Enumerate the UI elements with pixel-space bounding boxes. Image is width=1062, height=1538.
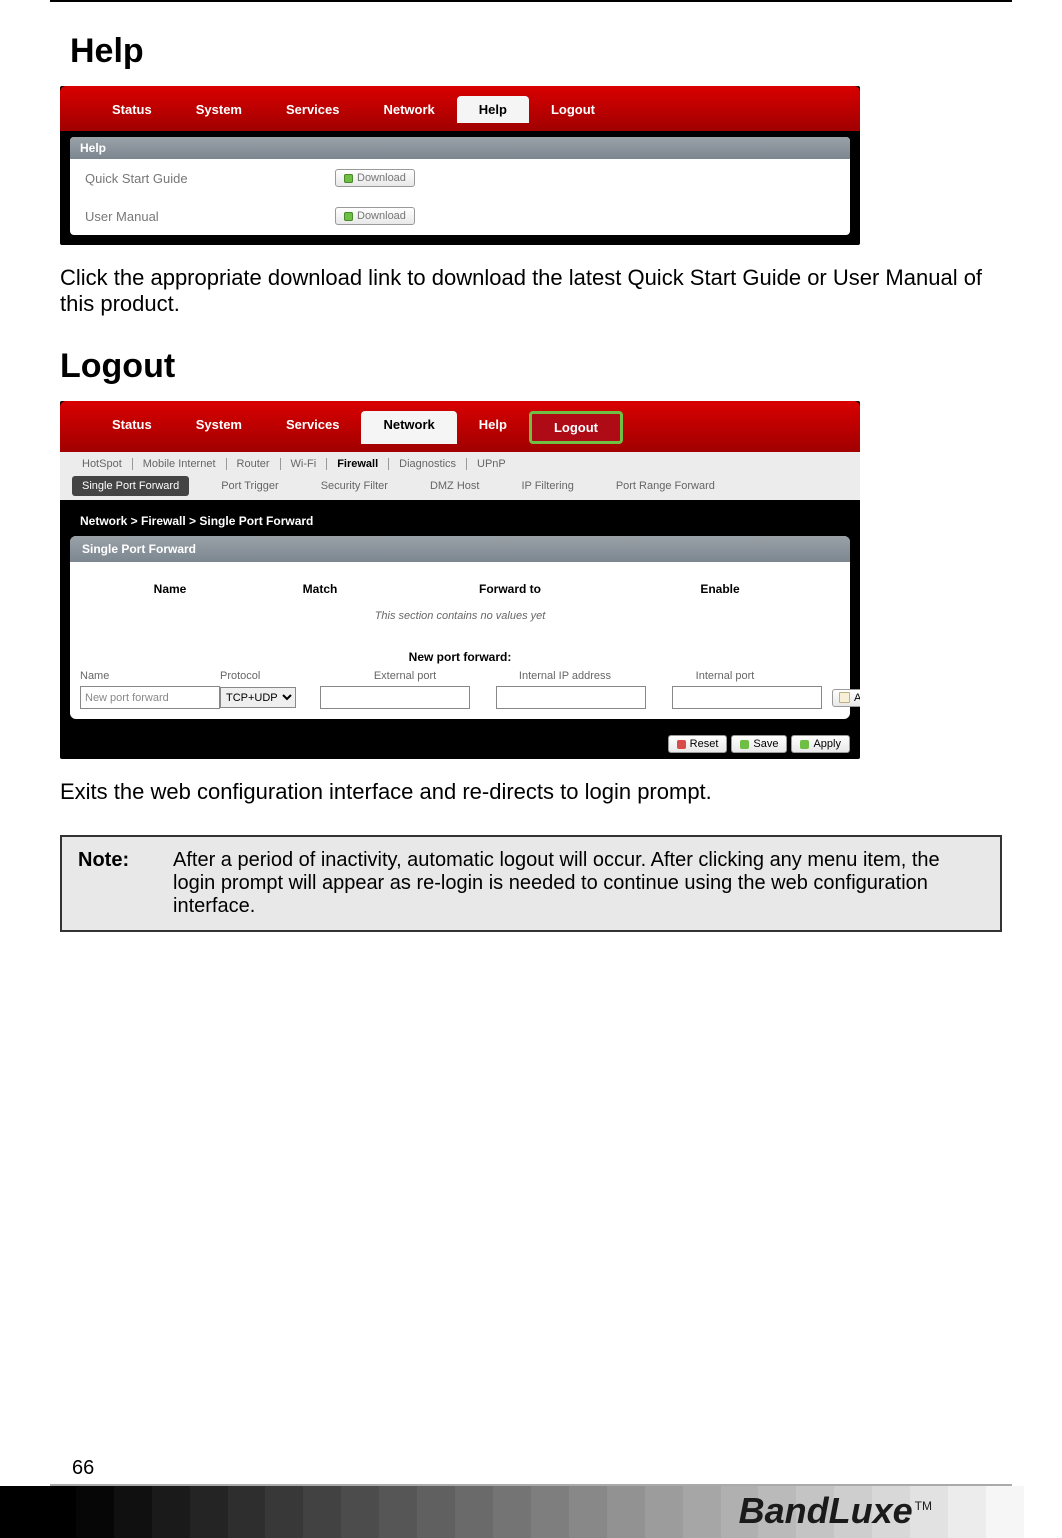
fh-external-port: External port <box>330 670 480 682</box>
help-row-user-manual-label: User Manual <box>85 209 335 224</box>
brand-logo: BandLuxeTM <box>739 1490 932 1532</box>
subnav-firewall[interactable]: Firewall <box>327 458 389 470</box>
subnav-wifi[interactable]: Wi-Fi <box>281 458 328 470</box>
new-port-internal-port-input[interactable] <box>672 686 822 709</box>
subnav-diagnostics[interactable]: Diagnostics <box>389 458 467 470</box>
help-paragraph: Click the appropriate download link to d… <box>60 265 1002 317</box>
nav-tab-status-2[interactable]: Status <box>90 411 174 444</box>
tab-ip-filtering[interactable]: IP Filtering <box>511 476 583 496</box>
help-screenshot: Status System Services Network Help Logo… <box>60 86 860 245</box>
new-port-protocol-select[interactable]: TCP+UDP <box>220 687 296 708</box>
note-box: Note: After a period of inactivity, auto… <box>60 835 1002 932</box>
logout-paragraph: Exits the web configuration interface an… <box>60 779 1002 805</box>
tab-port-range-forward[interactable]: Port Range Forward <box>606 476 725 496</box>
new-port-external-port-input[interactable] <box>320 686 470 709</box>
fh-name: Name <box>80 670 220 682</box>
logout-screenshot: Status System Services Network Help Logo… <box>60 401 860 759</box>
nav-tab-services[interactable]: Services <box>264 96 362 123</box>
new-port-form-row: TCP+UDP Add <box>70 686 850 719</box>
section-logout-title: Logout <box>60 347 1002 386</box>
trademark-icon: TM <box>915 1499 932 1513</box>
tab-security-filter[interactable]: Security Filter <box>311 476 398 496</box>
help-row-quick-start: Quick Start Guide Download <box>70 159 850 197</box>
nav-tab-logout-highlight[interactable]: Logout <box>529 411 623 444</box>
download-user-manual-button[interactable]: Download <box>335 207 415 225</box>
new-port-forward-title: New port forward: <box>70 636 850 670</box>
nav-tab-help[interactable]: Help <box>457 96 529 123</box>
page-footer: 66 BandLuxeTM <box>0 1457 1062 1538</box>
nav-tab-network-2[interactable]: Network <box>361 411 456 444</box>
new-port-internal-ip-input[interactable] <box>496 686 646 709</box>
nav-tab-services-2[interactable]: Services <box>264 411 362 444</box>
help-row-quick-start-label: Quick Start Guide <box>85 171 335 186</box>
help-top-nav: Status System Services Network Help Logo… <box>60 86 860 131</box>
logout-subnav-2: Single Port Forward Port Trigger Securit… <box>60 476 860 500</box>
fh-internal-port: Internal port <box>650 670 800 682</box>
save-button[interactable]: Save <box>731 735 787 753</box>
nav-tab-network[interactable]: Network <box>361 96 456 123</box>
brand-logo-text: BandLuxe <box>739 1490 913 1531</box>
logout-top-nav: Status System Services Network Help Logo… <box>60 401 860 452</box>
subnav-hotspot[interactable]: HotSpot <box>72 458 133 470</box>
col-match: Match <box>250 582 390 596</box>
single-port-forward-header: Single Port Forward <box>70 536 850 562</box>
tab-port-trigger[interactable]: Port Trigger <box>211 476 288 496</box>
col-name: Name <box>90 582 250 596</box>
fh-protocol: Protocol <box>220 670 330 682</box>
page-number: 66 <box>50 1457 1012 1486</box>
download-quick-start-button[interactable]: Download <box>335 169 415 187</box>
nav-tab-help-2[interactable]: Help <box>457 411 529 444</box>
nav-tab-status[interactable]: Status <box>90 96 174 123</box>
nav-tab-logout[interactable]: Logout <box>529 96 617 123</box>
new-port-name-input[interactable] <box>80 686 220 709</box>
subnav-upnp[interactable]: UPnP <box>467 458 516 470</box>
note-label: Note: <box>78 849 143 918</box>
port-forward-table-header: Name Match Forward to Enable <box>70 562 850 604</box>
nav-tab-system-2[interactable]: System <box>174 411 264 444</box>
help-row-user-manual: User Manual Download <box>70 197 850 235</box>
subnav-mobile-internet[interactable]: Mobile Internet <box>133 458 227 470</box>
nav-tab-system[interactable]: System <box>174 96 264 123</box>
subnav-router[interactable]: Router <box>227 458 281 470</box>
breadcrumb: Network > Firewall > Single Port Forward <box>60 500 860 536</box>
col-enable: Enable <box>630 582 810 596</box>
empty-table-note: This section contains no values yet <box>70 604 850 636</box>
tab-single-port-forward[interactable]: Single Port Forward <box>72 476 189 496</box>
apply-button[interactable]: Apply <box>791 735 850 753</box>
col-forward-to: Forward to <box>390 582 630 596</box>
reset-button[interactable]: Reset <box>668 735 728 753</box>
action-button-bar: Reset Save Apply <box>60 729 860 759</box>
new-port-form-headers: Name Protocol External port Internal IP … <box>70 670 850 686</box>
fh-internal-ip: Internal IP address <box>480 670 650 682</box>
help-card-header: Help <box>70 137 850 159</box>
note-text: After a period of inactivity, automatic … <box>173 849 984 918</box>
logout-subnav-1: HotSpot Mobile Internet Router Wi-Fi Fir… <box>60 452 860 476</box>
tab-dmz-host[interactable]: DMZ Host <box>420 476 490 496</box>
section-help-title: Help <box>70 32 1002 71</box>
add-port-button[interactable]: Add <box>832 689 860 707</box>
